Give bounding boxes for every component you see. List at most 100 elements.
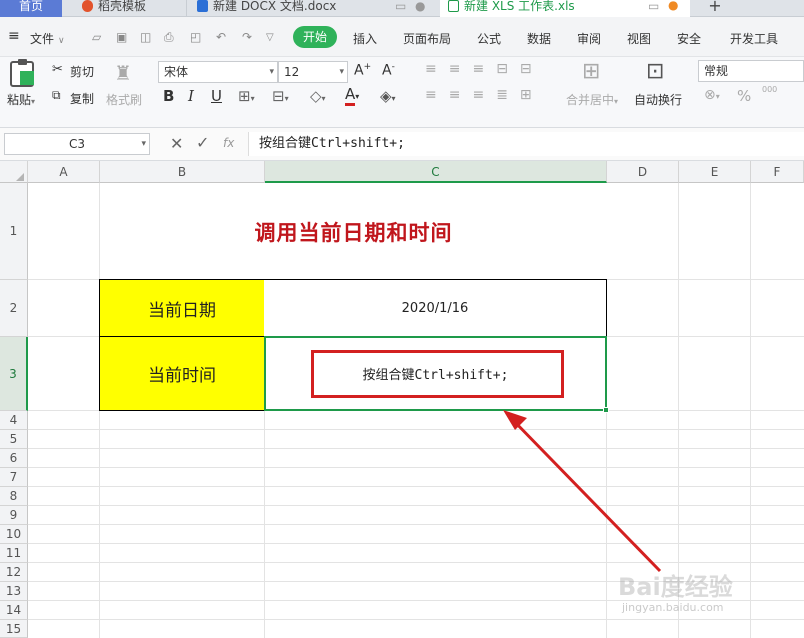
tab-docer-templates[interactable]: 稻壳模板: [68, 0, 186, 17]
tab-developer[interactable]: 开发工具: [730, 30, 778, 47]
file-menu-label: 文件: [30, 32, 55, 46]
arrow-line: [508, 415, 662, 573]
font-size-select[interactable]: 12 ▾: [278, 61, 348, 83]
font-name-value: 宋体: [164, 65, 189, 79]
chevron-down-icon: ∨: [58, 36, 65, 46]
new-tab-button[interactable]: +: [700, 0, 730, 17]
cut-label: 剪切: [70, 65, 95, 79]
docer-icon: [82, 0, 93, 12]
tab-docx-document[interactable]: 新建 DOCX 文档.docx ▭ ●: [186, 0, 436, 17]
tab-page-layout-label: 页面布局: [403, 32, 452, 46]
wrap-text-icon[interactable]: ⊡: [646, 59, 664, 84]
number-format-select[interactable]: 常规: [698, 60, 804, 82]
tab-formulas[interactable]: 公式: [477, 30, 501, 47]
new-tab-label: +: [708, 0, 722, 15]
tab-data-label: 数据: [527, 32, 552, 46]
formula-input[interactable]: 按组合键Ctrl+shift+;: [248, 132, 804, 156]
watermark-url: jingyan.baidu.com: [622, 601, 724, 614]
tab-home-label: 首页: [18, 0, 43, 13]
tab-review[interactable]: 审阅: [577, 30, 601, 47]
increase-font-size-icon[interactable]: A+: [354, 62, 371, 79]
spreadsheet-grid: A B C D E F 1 2 3 4 5 6 7 8 9 10 11 12 1…: [0, 161, 804, 638]
wrap-text-button[interactable]: 自动换行: [634, 91, 682, 108]
menu-bar: ≡ 文件 ∨ ▱ ▣ ◫ ⎙ ◰ ↶ ↷ ▽ 开始 插入 页面布局 公式 数据 审…: [0, 17, 804, 57]
tab-view[interactable]: 视图: [627, 30, 651, 47]
wrap-text-label: 自动换行: [634, 93, 683, 107]
tab-insert[interactable]: 插入: [353, 30, 377, 47]
paste-label: 粘贴: [7, 93, 32, 107]
hamburger-menu-icon[interactable]: ≡: [8, 28, 20, 44]
tab-xls-sheet[interactable]: 新建 XLS 工作表.xls ▭ ●: [440, 0, 690, 17]
horizontal-align-icons[interactable]: ≡≡≡≣⊞: [425, 87, 544, 103]
tab-page-layout[interactable]: 页面布局: [403, 30, 451, 47]
cut-button[interactable]: 剪切: [70, 63, 94, 80]
number-format-value: 常规: [704, 64, 729, 78]
merge-center-icon[interactable]: ⊞: [582, 59, 600, 84]
cancel-entry-icon[interactable]: ✕: [170, 134, 183, 153]
save-icon[interactable]: ▣: [116, 30, 127, 44]
confirm-entry-icon[interactable]: ✓: [196, 133, 209, 152]
font-size-value: 12: [284, 65, 300, 79]
watermark-url-text: jingyan.baidu.com: [622, 601, 724, 614]
print-icon[interactable]: ⎙: [164, 30, 174, 45]
tab-formulas-label: 公式: [477, 32, 502, 46]
ribbon-toolbar: 粘贴▾ ✂ 剪切 ⧉ 复制 ♜ 格式刷 宋体 ▾ 12 ▾ A+ A- B I U …: [0, 57, 804, 128]
insert-function-button[interactable]: fx: [223, 136, 234, 150]
vertical-align-icons[interactable]: ≡≡≡⊟⊟: [425, 61, 544, 77]
quick-access-dropdown-icon[interactable]: ▽: [266, 32, 274, 43]
tab-docx-pin-icon[interactable]: ▭: [395, 0, 406, 12]
tab-home[interactable]: 首页: [0, 0, 62, 17]
tab-data[interactable]: 数据: [527, 30, 551, 47]
copy-button[interactable]: 复制: [70, 90, 94, 107]
name-box[interactable]: C3 ▾: [4, 133, 150, 155]
percent-icon[interactable]: %: [737, 87, 751, 105]
italic-icon[interactable]: I: [188, 87, 194, 105]
file-menu[interactable]: 文件 ∨: [30, 30, 65, 47]
cut-icon[interactable]: ✂: [52, 62, 63, 77]
export-pdf-icon[interactable]: ◫: [140, 30, 151, 44]
merge-center-label: 合并居中: [566, 93, 615, 107]
merge-center-button[interactable]: 合并居中▾: [566, 91, 618, 108]
underline-icon[interactable]: U: [211, 87, 222, 105]
tab-home-ribbon[interactable]: 开始: [293, 26, 338, 48]
font-name-select[interactable]: 宋体 ▾: [158, 61, 278, 83]
tab-xls-pin-icon[interactable]: ▭: [648, 0, 659, 12]
cell-style-icon[interactable]: ⊟▾: [272, 87, 289, 105]
merge-dropdown-icon: ▾: [614, 97, 619, 106]
undo-icon[interactable]: ↶: [216, 30, 226, 44]
tab-docx-close-icon[interactable]: ●: [415, 0, 425, 12]
format-painter-label: 格式刷: [106, 93, 143, 107]
percent-label: %: [737, 87, 752, 105]
thousands-label: 000: [762, 85, 778, 94]
tab-xls-label: 新建 XLS 工作表.xls: [464, 0, 575, 13]
print-preview-icon[interactable]: ◰: [190, 30, 201, 44]
redo-icon[interactable]: ↷: [242, 30, 252, 44]
tab-security-label: 安全: [677, 32, 702, 46]
tab-xls-unsaved-dot-icon[interactable]: ●: [668, 0, 678, 11]
tab-insert-label: 插入: [353, 32, 378, 46]
word-doc-icon: [197, 0, 208, 12]
paste-dropdown-icon: ▾: [31, 97, 36, 106]
bold-icon[interactable]: B: [163, 87, 174, 105]
tab-security[interactable]: 安全: [677, 30, 701, 47]
copy-icon[interactable]: ⧉: [52, 88, 61, 103]
formula-bar: C3 ▾ ✕ ✓ fx 按组合键Ctrl+shift+;: [0, 128, 804, 161]
font-color-icon[interactable]: A▾: [345, 85, 359, 106]
open-icon[interactable]: ▱: [92, 30, 101, 44]
watermark-brand-text: Bai度经验: [618, 573, 733, 601]
name-box-dropdown-icon: ▾: [141, 139, 146, 149]
document-tab-bar: 首页 稻壳模板 新建 DOCX 文档.docx ▭ ● 新建 XLS 工作表.xls…: [0, 0, 804, 17]
paste-icon[interactable]: [10, 59, 34, 87]
copy-label: 复制: [70, 92, 95, 106]
tab-review-label: 审阅: [577, 32, 602, 46]
border-icon[interactable]: ⊞▾: [238, 87, 255, 105]
decrease-font-size-icon[interactable]: A-: [382, 62, 395, 79]
thousands-separator-icon[interactable]: 000: [762, 85, 777, 94]
format-painter-button[interactable]: 格式刷: [106, 91, 142, 108]
paste-button[interactable]: 粘贴▾: [7, 91, 35, 108]
tab-docx-label: 新建 DOCX 文档.docx: [213, 0, 337, 13]
fill-color-icon[interactable]: ◇▾: [310, 87, 326, 105]
format-painter-icon[interactable]: ♜: [114, 61, 132, 85]
clear-format-icon[interactable]: ◈▾: [380, 87, 396, 105]
currency-icon[interactable]: ⊗▾: [704, 87, 720, 103]
